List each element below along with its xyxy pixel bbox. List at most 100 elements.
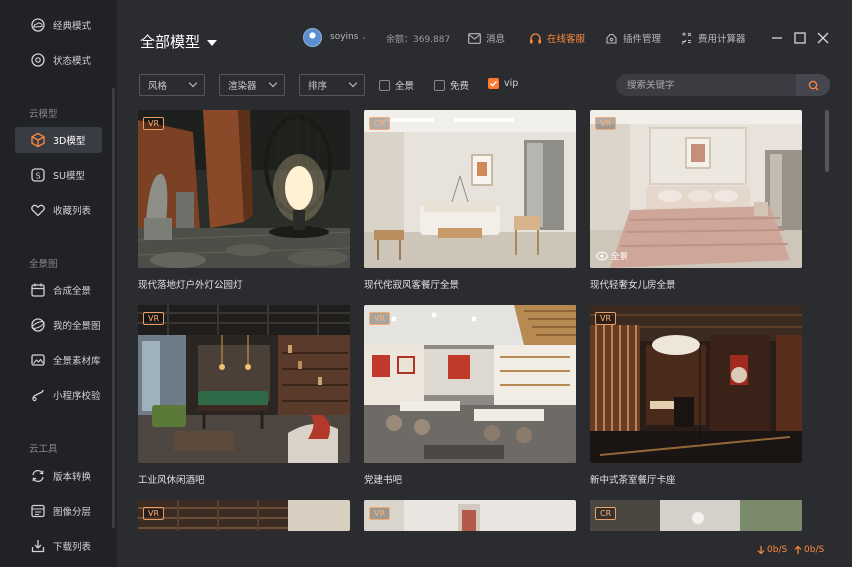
svg-text:S: S	[35, 172, 40, 181]
chevron-down-icon	[348, 78, 358, 88]
render-badge: VR	[143, 117, 165, 130]
cost-calculator-link[interactable]: 费用计算器	[679, 31, 746, 45]
sidebar-item-su-models[interactable]: S SU模型	[15, 162, 102, 188]
section-title-panorama: 全景图	[29, 259, 58, 270]
cost-calculator-label: 费用计算器	[698, 34, 746, 45]
sidebar-item-label: 图像分层	[53, 507, 92, 518]
model-title: 党建书吧	[364, 475, 403, 486]
free-checkbox-label: 免费	[450, 81, 470, 92]
messages-link[interactable]: 消息	[467, 31, 505, 45]
model-card[interactable]: CR 现代侘寂风客餐厅全景	[364, 110, 576, 291]
layers-icon	[29, 502, 47, 520]
sidebar-item-label: SU模型	[53, 171, 85, 182]
calculator-icon	[679, 31, 693, 45]
sidebar-item-label: 合成全景	[53, 286, 92, 297]
sidebar-item-download-list[interactable]: 下载列表	[15, 533, 102, 559]
content-scrollbar[interactable]	[825, 110, 829, 172]
minimize-button[interactable]	[770, 31, 784, 45]
model-title: 新中式茶室餐厅卡座	[590, 475, 676, 486]
sidebar-item-miniapp-check[interactable]: 小程序校验	[15, 382, 102, 408]
download-speed: 0b/S	[757, 545, 787, 555]
render-badge: VR	[369, 507, 391, 520]
sidebar-item-image-layers[interactable]: 图像分层	[15, 498, 102, 524]
section-title-cloud-models: 云模型	[29, 109, 58, 120]
model-card[interactable]: CR	[590, 500, 802, 531]
avatar[interactable]	[303, 28, 322, 47]
model-card[interactable]: VR 工业风休闲酒吧	[138, 305, 350, 486]
render-badge: VR	[143, 507, 165, 520]
sidebar-item-favorites[interactable]: 收藏列表	[15, 197, 102, 223]
vip-checkbox[interactable]: vip	[488, 78, 518, 89]
sidebar-item-label: 状态模式	[53, 56, 92, 67]
model-thumbnail: CR	[590, 500, 802, 531]
model-title: 现代落地灯户外灯公园灯	[138, 280, 243, 291]
model-title: 现代轻奢女儿房全景	[590, 280, 676, 291]
status-bar	[118, 531, 852, 567]
render-badge: VR	[369, 312, 391, 325]
sidebar-item-status-mode[interactable]: 状态模式	[15, 47, 102, 73]
sidebar-item-label: 经典模式	[53, 21, 92, 32]
maximize-icon	[794, 32, 806, 44]
headset-icon	[528, 31, 542, 45]
sidebar-item-label: 小程序校验	[53, 391, 101, 402]
sidebar-item-label: 收藏列表	[53, 206, 92, 217]
sidebar-scrollbar[interactable]	[112, 88, 115, 528]
sidebar-item-label: 3D模型	[53, 136, 86, 147]
model-card[interactable]: VR	[364, 500, 576, 531]
category-selector[interactable]: 全部模型	[140, 31, 218, 52]
panorama-icon	[596, 251, 608, 261]
renderer-filter-dropdown[interactable]: 渲染器	[219, 74, 285, 96]
model-thumbnail: CR	[364, 110, 576, 268]
sort-dropdown[interactable]: 排序	[299, 74, 365, 96]
search-icon	[808, 80, 818, 90]
maximize-button[interactable]	[793, 31, 807, 45]
close-button[interactable]	[816, 31, 830, 45]
sidebar-item-compose-panorama[interactable]: 合成全景	[15, 277, 102, 303]
model-card[interactable]: VR 新中式茶室餐厅卡座	[590, 305, 802, 486]
upload-speed-value: 0b/S	[804, 545, 825, 555]
download-icon	[29, 537, 47, 555]
minimize-icon	[772, 37, 782, 39]
model-card[interactable]: VR 党建书吧	[364, 305, 576, 486]
plugin-manager-label: 插件管理	[623, 34, 662, 45]
arrow-down-icon	[757, 546, 765, 555]
model-card[interactable]: VR 现代落地灯户外灯公园灯	[138, 110, 350, 291]
chevron-down-icon	[268, 78, 278, 88]
messages-label: 消息	[486, 34, 506, 45]
sidebar-item-label: 版本转换	[53, 472, 92, 483]
render-badge: VR	[595, 312, 617, 325]
search-input[interactable]	[616, 79, 794, 91]
sort-label: 排序	[308, 81, 328, 92]
sidebar-item-classic-mode[interactable]: 经典模式	[15, 12, 102, 38]
mail-icon	[467, 31, 481, 45]
sidebar-item-panorama-library[interactable]: 全景素材库	[15, 347, 102, 373]
sidebar-item-3d-models[interactable]: 3D模型	[15, 127, 102, 153]
renderer-filter-label: 渲染器	[228, 81, 257, 92]
section-title-cloud-tools: 云工具	[29, 444, 58, 455]
sidebar-item-version-convert[interactable]: 版本转换	[15, 463, 102, 489]
cloud-icon	[29, 16, 47, 34]
model-card[interactable]: VR 全景 现代轻奢女儿房全景	[590, 110, 802, 291]
free-checkbox[interactable]: 免费	[434, 78, 469, 92]
style-filter-dropdown[interactable]: 风格	[139, 74, 205, 96]
plugin-manager-link[interactable]: 插件管理	[604, 31, 661, 45]
search-button[interactable]	[796, 74, 830, 96]
checkbox-box	[434, 79, 445, 91]
username[interactable]: soyins	[330, 32, 358, 42]
sidebar-item-my-panoramas[interactable]: 我的全景图	[15, 312, 102, 338]
panorama-checkbox-label: 全景	[395, 81, 415, 92]
chevron-down-icon	[207, 39, 218, 46]
gear-icon	[29, 51, 47, 69]
model-card[interactable]: VR	[138, 500, 350, 531]
panorama-checkbox[interactable]: 全景	[379, 78, 414, 92]
chevron-down-icon[interactable]: ⌄	[361, 33, 367, 41]
model-thumbnail: VR	[138, 305, 350, 463]
online-support-link[interactable]: 在线客服	[528, 31, 585, 45]
style-filter-label: 风格	[148, 81, 168, 92]
miniapp-icon	[29, 386, 47, 404]
convert-icon	[29, 467, 47, 485]
model-title: 工业风休闲酒吧	[138, 475, 205, 486]
model-thumbnail: VR	[590, 305, 802, 463]
sidebar-item-label: 全景素材库	[53, 356, 101, 367]
plugin-icon	[604, 31, 618, 45]
